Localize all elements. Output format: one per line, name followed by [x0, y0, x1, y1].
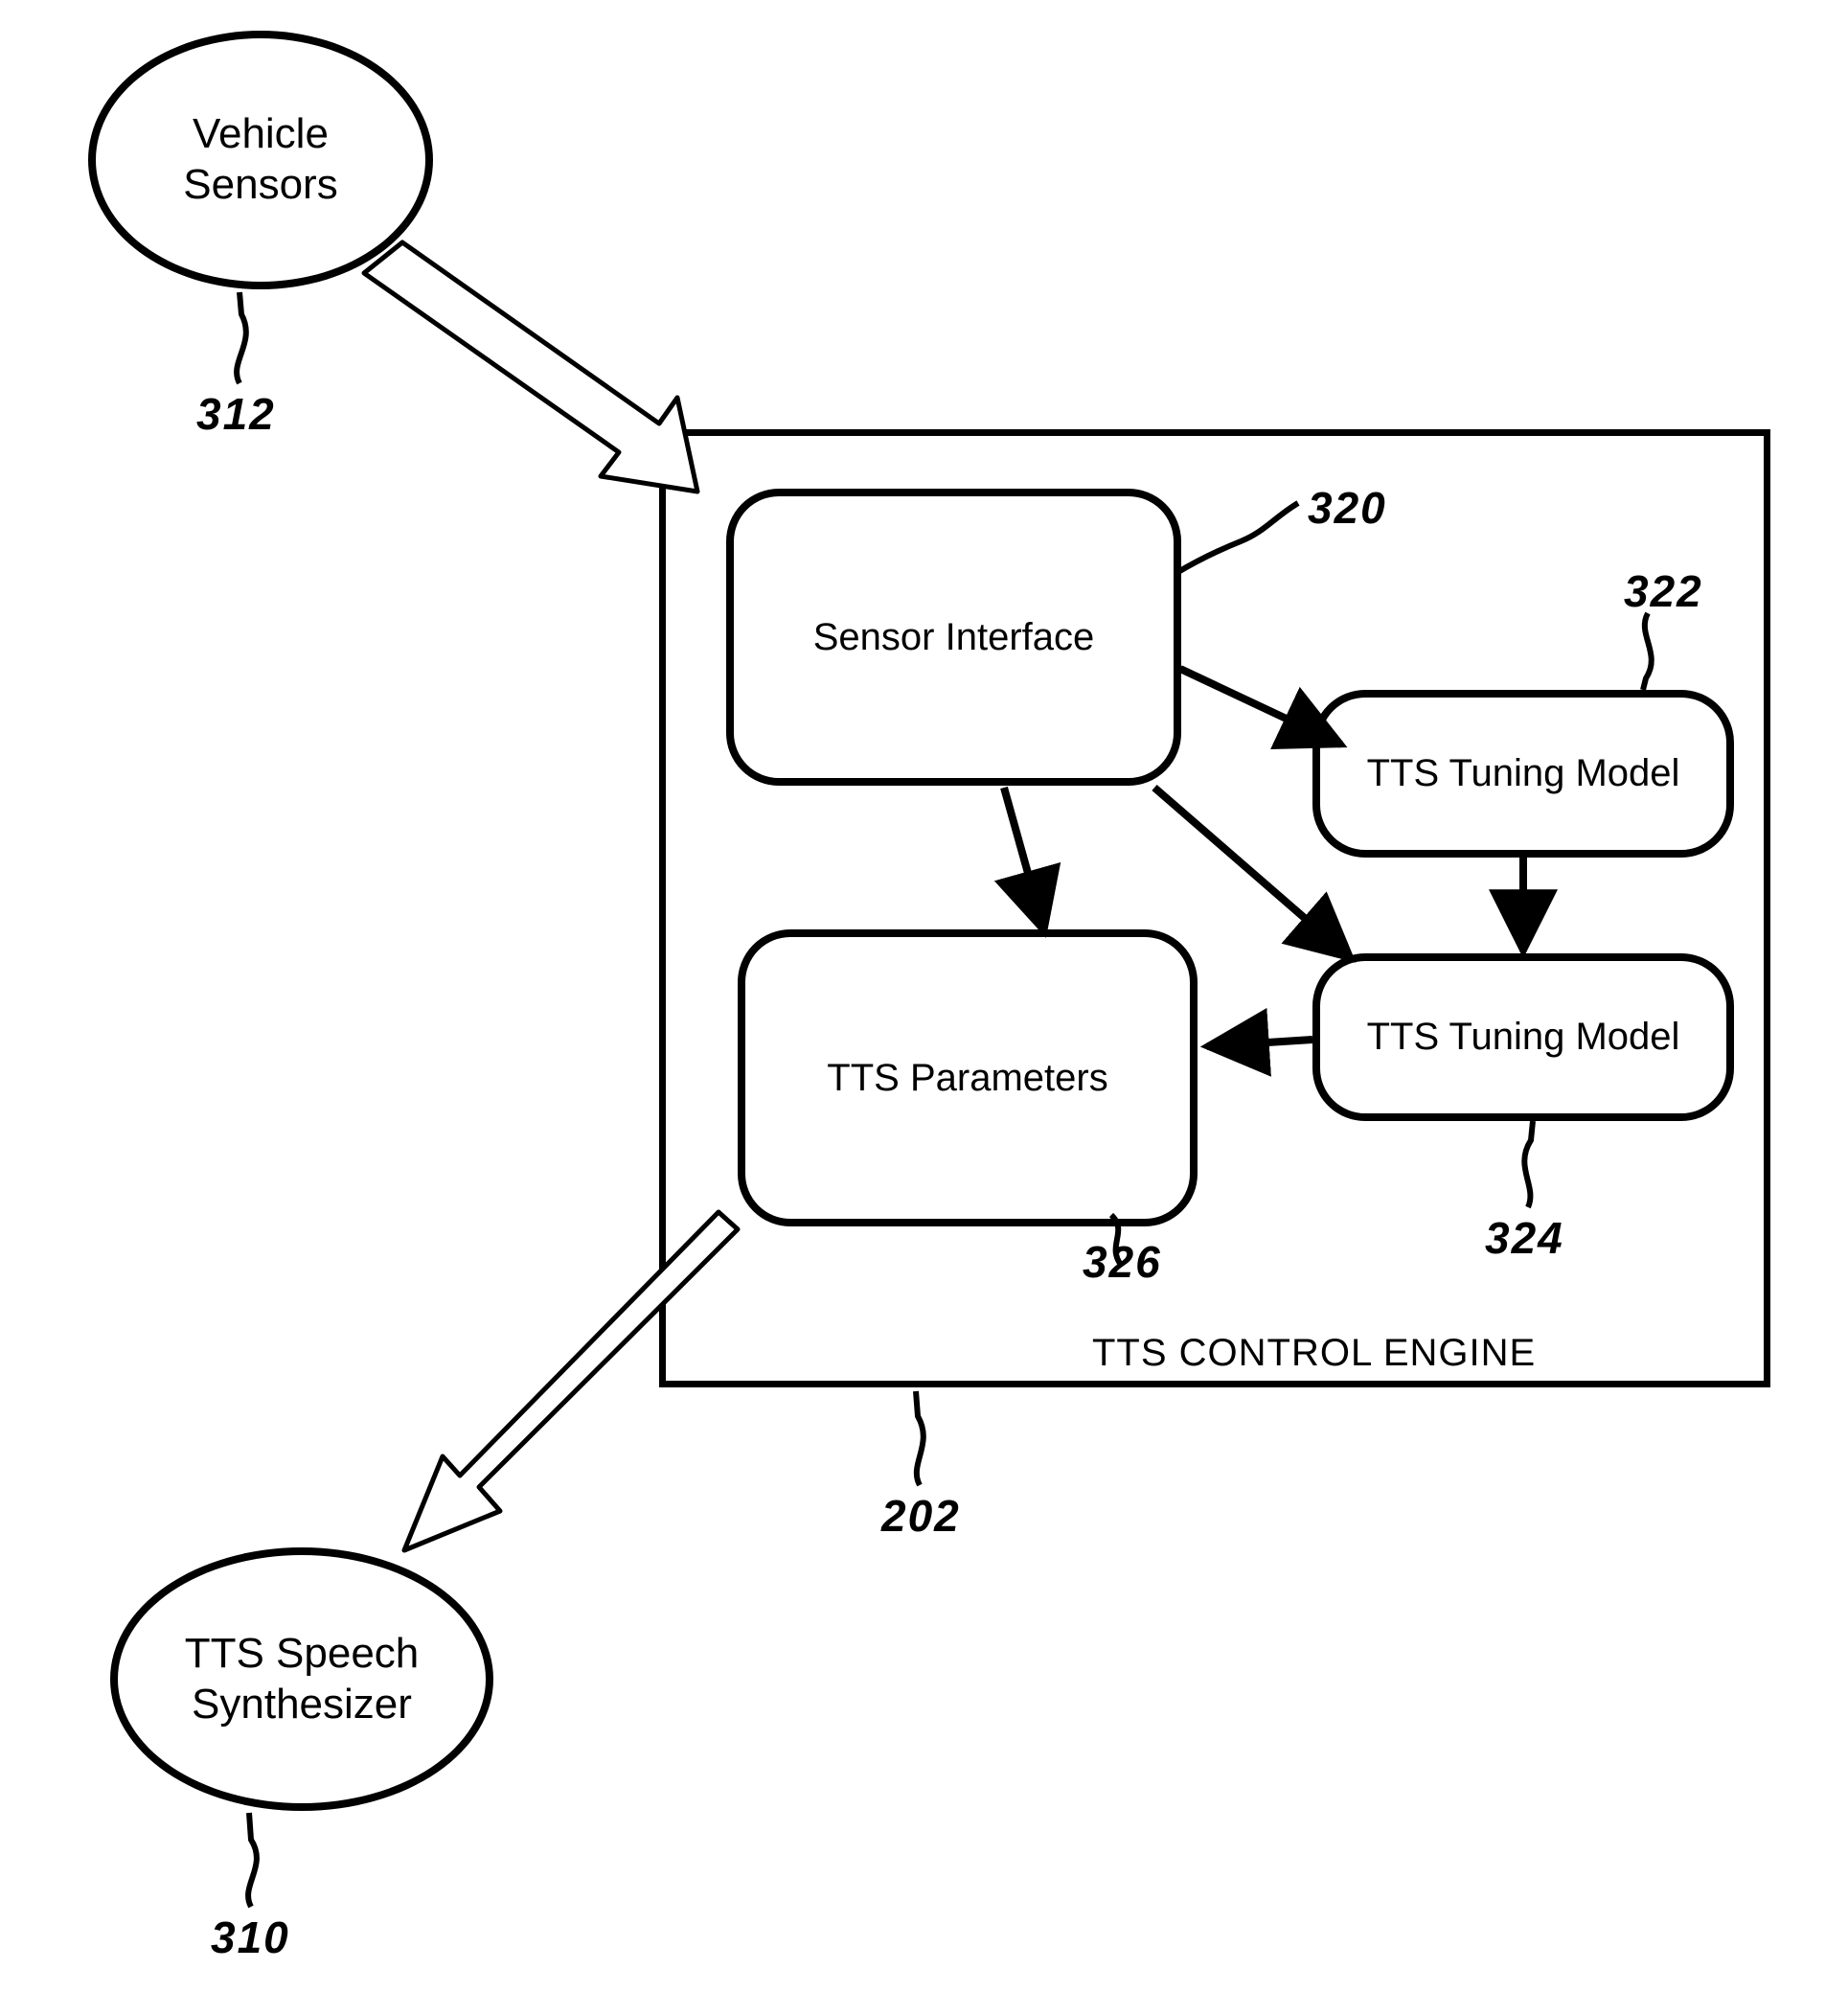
- ref-324: 324: [1485, 1212, 1564, 1264]
- ref-310: 310: [211, 1912, 290, 1963]
- leader-310: [248, 1813, 257, 1907]
- ref-202: 202: [881, 1490, 961, 1542]
- ref-312: 312: [196, 388, 276, 440]
- ref-322: 322: [1624, 565, 1703, 617]
- diagram-canvas: VehicleSensors TTS CONTROL ENGINE Sensor…: [0, 0, 1848, 1992]
- node-sensor-interface: Sensor Interface: [726, 489, 1181, 786]
- leader-202: [916, 1391, 924, 1485]
- node-vehicle-sensors-label: VehicleSensors: [183, 109, 337, 211]
- node-tts-parameters-label: TTS Parameters: [827, 1057, 1107, 1100]
- node-tuning-model-b: TTS Tuning Model: [1312, 953, 1734, 1121]
- node-tts-parameters: TTS Parameters: [738, 929, 1198, 1226]
- node-tuning-model-a-label: TTS Tuning Model: [1367, 752, 1680, 795]
- node-tts-synth: TTS SpeechSynthesizer: [110, 1547, 493, 1811]
- leader-312: [237, 292, 246, 383]
- node-tuning-model-b-label: TTS Tuning Model: [1367, 1016, 1680, 1059]
- ref-320: 320: [1308, 482, 1387, 534]
- tts-control-engine-title: TTS CONTROL ENGINE: [1092, 1332, 1536, 1375]
- node-tuning-model-a: TTS Tuning Model: [1312, 690, 1734, 858]
- node-sensor-interface-label: Sensor Interface: [813, 616, 1095, 659]
- node-tts-synth-label: TTS SpeechSynthesizer: [185, 1629, 420, 1730]
- node-vehicle-sensors: VehicleSensors: [88, 31, 433, 289]
- ref-326: 326: [1083, 1236, 1162, 1288]
- arrow-vehicle-to-engine: [364, 242, 697, 492]
